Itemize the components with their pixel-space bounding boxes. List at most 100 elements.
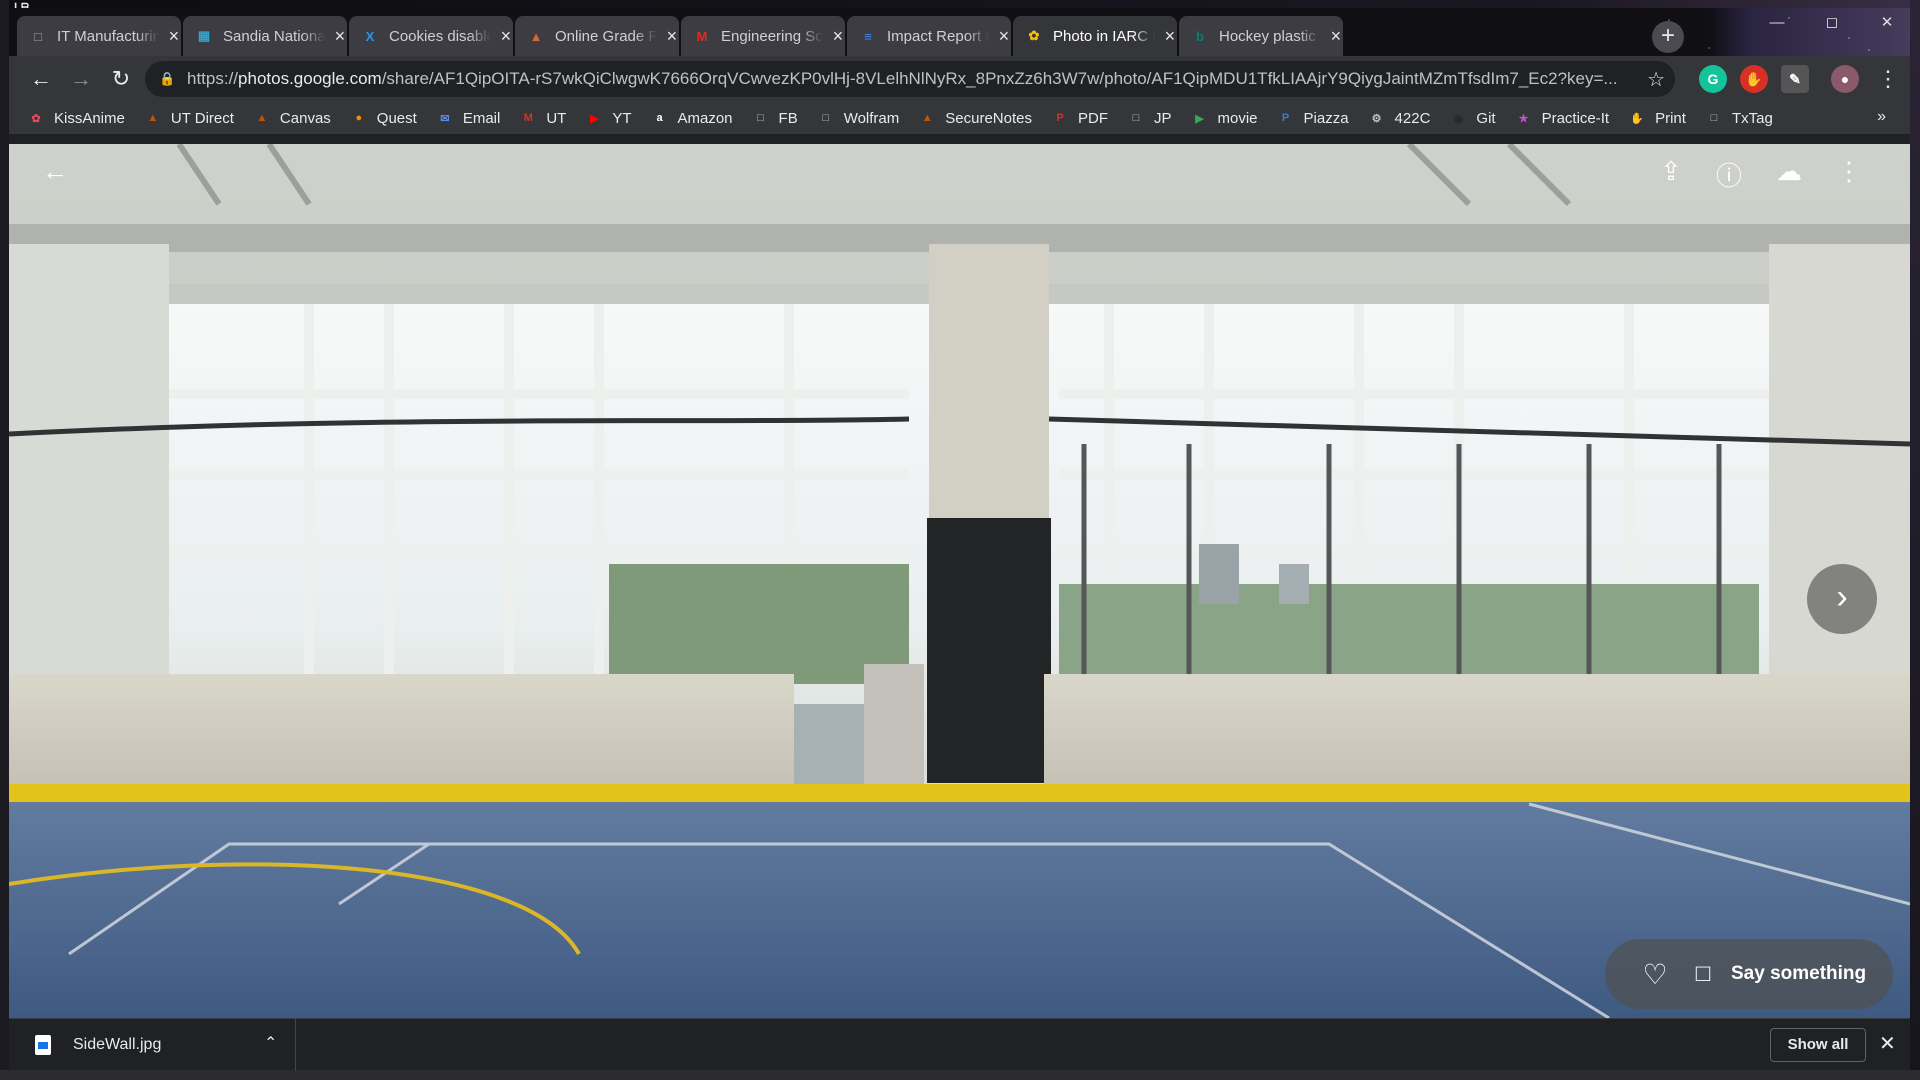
chrome-menu-icon[interactable]: ⋮: [1877, 64, 1899, 94]
say-something-button[interactable]: Say something: [1731, 963, 1866, 985]
tab-title: Photo in IARC Mission: [1053, 27, 1155, 45]
new-tab-button[interactable]: +: [1652, 21, 1684, 53]
tab[interactable]: □ IT Manufacturing ×: [17, 16, 181, 56]
back-button[interactable]: ←: [25, 63, 57, 95]
bookmark-item[interactable]: P Piazza: [1277, 109, 1349, 127]
bookmark-item[interactable]: ▶ movie: [1191, 109, 1257, 127]
bookmarks-overflow-icon[interactable]: »: [1877, 108, 1886, 126]
desktop-edge-left: [0, 0, 9, 1080]
bookmark-label: Amazon: [677, 109, 733, 127]
bing-icon: b: [1196, 28, 1204, 44]
bookmark-star-icon[interactable]: ☆: [1647, 67, 1665, 92]
bookmark-item[interactable]: ◉ Git: [1449, 109, 1496, 127]
close-tab-icon[interactable]: ×: [1163, 26, 1177, 47]
bookmark-item[interactable]: □ Wolfram: [817, 109, 900, 127]
more-options-icon[interactable]: ⋮: [1829, 156, 1869, 187]
bookmark-item[interactable]: a Amazon: [651, 109, 733, 127]
close-tab-icon[interactable]: ×: [665, 26, 679, 47]
bookmark-item[interactable]: M UT: [519, 109, 567, 127]
close-window-button[interactable]: ✕: [1864, 8, 1910, 38]
close-tab-icon[interactable]: ×: [333, 26, 347, 47]
tab[interactable]: ▲ Online Grade Report ×: [515, 16, 679, 56]
tab[interactable]: X Cookies disabled ×: [349, 16, 513, 56]
bookmark-item[interactable]: ▲ Canvas: [253, 109, 331, 127]
bookmark-label: Git: [1476, 109, 1496, 127]
bookmark-label: UT Direct: [170, 109, 234, 127]
bookmark-label: Wolfram: [843, 109, 900, 127]
securenotes-icon: ▲: [921, 112, 933, 124]
bookmark-label: PDF: [1077, 109, 1108, 127]
url-host: photos.google.com: [238, 69, 382, 88]
422c-icon: ⚙: [1371, 112, 1382, 125]
address-bar[interactable]: 🔒 https://photos.google.com/share/AF1Qip…: [145, 61, 1675, 97]
download-item[interactable]: SideWall.jpg ⌃: [9, 1019, 296, 1071]
reload-button[interactable]: ↻: [105, 63, 137, 95]
bookmark-item[interactable]: ★ Practice-It: [1515, 109, 1610, 127]
docs-icon: ≡: [864, 28, 872, 44]
tab[interactable]: ✿ Photo in IARC Mission ×: [1013, 16, 1177, 56]
bookmark-item[interactable]: □ FB: [752, 109, 798, 127]
page-icon: □: [1710, 112, 1718, 124]
bookmark-item[interactable]: ▲ UT Direct: [144, 109, 234, 127]
sandia-icon: ▦: [197, 28, 211, 43]
close-tab-icon[interactable]: ×: [499, 26, 513, 47]
maximize-button[interactable]: ◻: [1809, 8, 1855, 38]
bookmark-label: JP: [1153, 109, 1172, 127]
bookmark-item[interactable]: ✉ Email: [436, 109, 501, 127]
close-tab-icon[interactable]: ×: [831, 26, 845, 47]
bookmark-item[interactable]: ● Quest: [350, 109, 417, 127]
tab-title: IT Manufacturing: [57, 27, 159, 45]
download-cloud-icon[interactable]: ☁: [1769, 156, 1809, 187]
adblock-extension-icon[interactable]: ✋: [1740, 65, 1768, 93]
show-all-button[interactable]: Show all: [1770, 1028, 1866, 1062]
extension-icon[interactable]: ✎: [1781, 65, 1809, 93]
close-shelf-icon[interactable]: ✕: [1879, 1031, 1896, 1056]
photo-viewer: ← ⇪ ⓘ ☁ ⋮ › ♡ □ Say something: [9, 144, 1910, 1018]
bookmark-item[interactable]: ⚙ 422C: [1368, 109, 1431, 127]
close-tab-icon[interactable]: ×: [1329, 26, 1343, 47]
download-filename: SideWall.jpg: [73, 1036, 162, 1053]
close-tab-icon[interactable]: ×: [997, 26, 1011, 47]
close-tab-icon[interactable]: ×: [167, 26, 181, 47]
bookmark-item[interactable]: ▲ SecureNotes: [918, 109, 1032, 127]
share-icon[interactable]: ⇪: [1651, 156, 1691, 187]
comment-icon[interactable]: □: [1683, 960, 1723, 988]
info-icon[interactable]: ⓘ: [1709, 156, 1749, 193]
back-arrow-icon[interactable]: ←: [35, 156, 75, 187]
pdf-icon: P: [1056, 112, 1064, 124]
next-photo-button[interactable]: ›: [1807, 564, 1877, 634]
profile-avatar[interactable]: ●: [1831, 65, 1859, 93]
tab[interactable]: M Engineering School ×: [681, 16, 845, 56]
chrome-window: □ IT Manufacturing × ▦ Sandia National Labs ×…: [9, 8, 1910, 1071]
bookmark-item[interactable]: □ TxTag: [1705, 109, 1773, 127]
gmail-icon: M: [523, 112, 533, 124]
bookmark-item[interactable]: P PDF: [1051, 109, 1108, 127]
image-file-icon: [35, 1035, 51, 1055]
bookmark-label: Canvas: [279, 109, 331, 127]
heart-icon[interactable]: ♡: [1635, 958, 1675, 991]
chevron-up-icon[interactable]: ⌃: [264, 1033, 277, 1053]
bookmark-item[interactable]: ▶ YT: [585, 109, 631, 127]
bookmark-label: Practice-It: [1541, 109, 1610, 127]
tab[interactable]: ▦ Sandia National Labs ×: [183, 16, 347, 56]
url-prefix: https://: [187, 69, 239, 88]
tab-title: Cookies disabled: [389, 27, 491, 45]
bookmark-item[interactable]: ✋ Print: [1628, 109, 1686, 127]
grammarly-extension-icon[interactable]: G: [1699, 65, 1727, 93]
tab[interactable]: b Hockey plastic panels ×: [1179, 16, 1343, 56]
bookmark-label: UT: [546, 109, 567, 127]
bookmark-label: TxTag: [1731, 109, 1773, 127]
play-icon: ▶: [1195, 112, 1204, 125]
forward-button[interactable]: →: [65, 63, 97, 95]
tab-title: Hockey plastic panels: [1219, 27, 1321, 45]
bookmark-item[interactable]: □ JP: [1127, 109, 1172, 127]
lock-icon[interactable]: 🔒: [159, 71, 175, 87]
x-icon: X: [365, 28, 375, 44]
bookmark-label: Email: [462, 109, 501, 127]
email-icon: ✉: [440, 112, 450, 125]
minimize-button[interactable]: —: [1754, 8, 1800, 38]
bookmark-item[interactable]: ✿ KissAnime: [27, 109, 124, 127]
photo: [9, 144, 1910, 1018]
tab[interactable]: ≡ Impact Report (Draft) ×: [847, 16, 1011, 56]
bookmark-label: Quest: [376, 109, 417, 127]
